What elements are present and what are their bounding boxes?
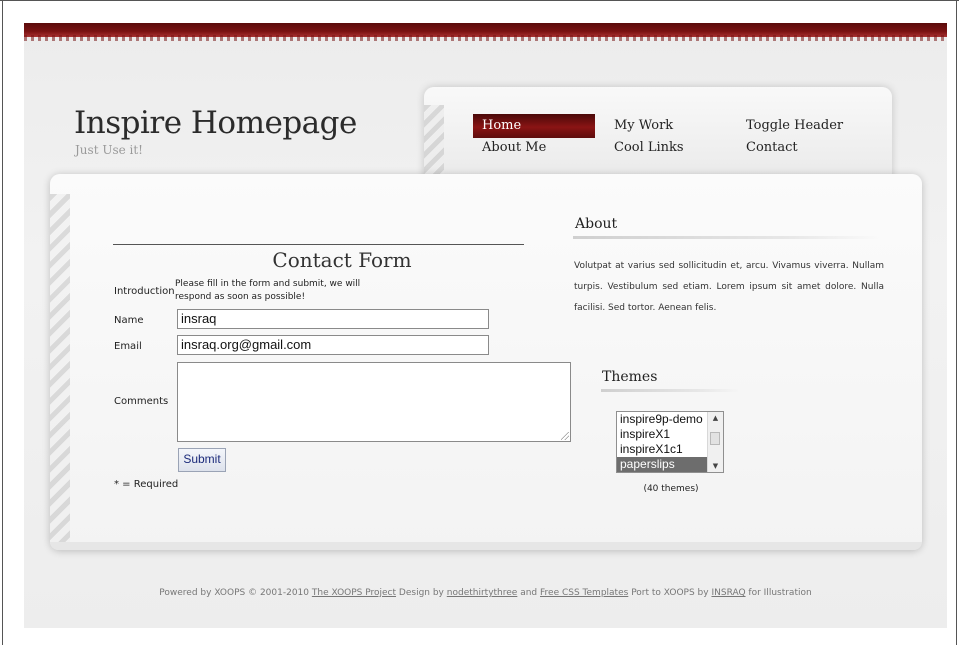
- footer-link-nodethirtythree[interactable]: nodethirtythree: [447, 588, 518, 598]
- contact-form-title: Contact Form: [272, 248, 412, 272]
- email-label: Email: [114, 341, 142, 352]
- name-label: Name: [114, 315, 144, 326]
- nav-item-contact[interactable]: Contact: [737, 136, 807, 160]
- themes-scrollbar[interactable]: ▲ ▼: [707, 412, 723, 472]
- footer: Powered by XOOPS © 2001-2010 The XOOPS P…: [24, 588, 947, 598]
- name-input[interactable]: insraq: [177, 309, 489, 329]
- content-decorative-stripes: [50, 194, 70, 544]
- submit-button[interactable]: Submit: [178, 448, 226, 472]
- scroll-up-arrow-icon[interactable]: ▲: [708, 412, 723, 424]
- about-title-rule: [573, 236, 879, 239]
- top-accent-bar: [24, 23, 947, 41]
- scroll-down-arrow-icon[interactable]: ▼: [708, 460, 723, 472]
- required-note: * = Required: [114, 479, 179, 490]
- themes-title-rule: [601, 389, 741, 392]
- content-bottom-band: [50, 542, 922, 550]
- theme-option-selected[interactable]: paperslips: [617, 457, 708, 472]
- comments-label: Comments: [114, 396, 169, 407]
- window-border-right: [956, 0, 957, 645]
- window-border-top: [0, 0, 959, 1]
- scroll-thumb[interactable]: [710, 432, 720, 445]
- nav-item-my-work[interactable]: My Work: [605, 114, 682, 138]
- nav-item-home[interactable]: Home: [473, 114, 595, 138]
- themes-count: (40 themes): [643, 484, 699, 494]
- footer-and: and: [520, 588, 538, 598]
- footer-link-xoops[interactable]: The XOOPS Project: [312, 588, 396, 598]
- nav-item-about-me[interactable]: About Me: [473, 136, 555, 160]
- theme-option[interactable]: inspireX1: [617, 427, 708, 442]
- introduction-label: Introduction: [114, 286, 175, 297]
- footer-powered-by: Powered by XOOPS © 2001-2010: [159, 588, 309, 598]
- main-navigation: Home My Work Toggle Header About Me Cool…: [424, 87, 892, 187]
- window-border-left: [2, 0, 3, 645]
- theme-option[interactable]: inspireX1c1: [617, 442, 708, 457]
- about-text: Volutpat at varius sed sollicitudin et, …: [574, 261, 884, 313]
- site-title[interactable]: Inspire Homepage: [74, 105, 357, 141]
- nav-item-cool-links[interactable]: Cool Links: [605, 136, 693, 160]
- site-slogan: Just Use it!: [75, 143, 144, 157]
- themes-select-list[interactable]: inspire9p-demo inspireX1 inspireX1c1 pap…: [616, 411, 724, 473]
- comments-textarea[interactable]: [177, 362, 571, 442]
- nav-decorative-stripes: [424, 105, 444, 185]
- footer-link-free-css-templates[interactable]: Free CSS Templates: [540, 588, 628, 598]
- themes-title: Themes: [602, 369, 658, 385]
- email-input[interactable]: insraq.org@gmail.com: [177, 335, 489, 355]
- form-title-rule: [113, 244, 524, 245]
- footer-suffix: for Illustration: [748, 588, 812, 598]
- page-container: Inspire Homepage Just Use it! Home My Wo…: [24, 23, 947, 628]
- nav-item-toggle-header[interactable]: Toggle Header: [737, 114, 852, 138]
- footer-design-by: Design by: [398, 588, 444, 598]
- introduction-text: Please fill in the form and submit, we w…: [175, 279, 361, 302]
- footer-port-text: Port to XOOPS by: [631, 588, 709, 598]
- footer-link-insraq[interactable]: INSRAQ: [711, 588, 745, 598]
- about-title: About: [575, 216, 618, 232]
- theme-option[interactable]: inspire9p-demo: [617, 412, 708, 427]
